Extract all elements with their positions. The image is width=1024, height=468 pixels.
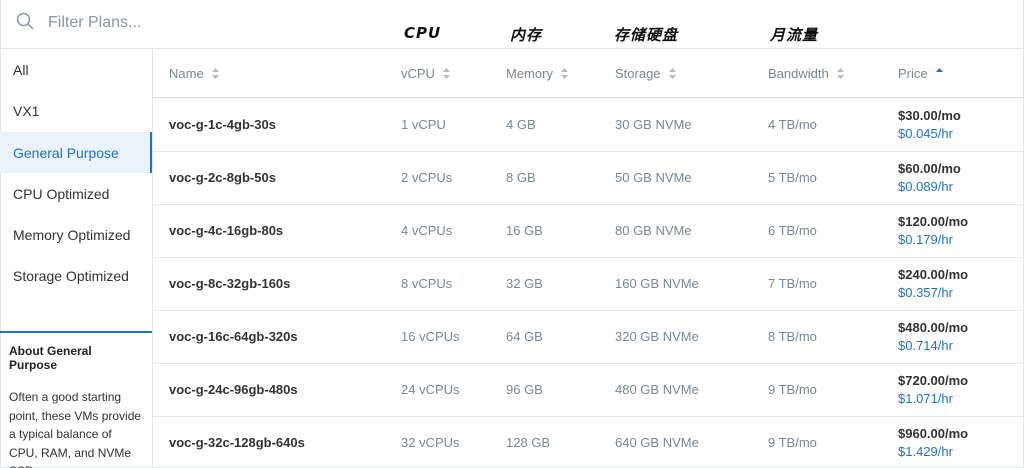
plan-vcpu: 2 vCPUs: [401, 170, 453, 185]
sort-icon: [668, 68, 676, 79]
plan-price-hourly: $0.357/hr: [898, 285, 953, 300]
column-header-label: Price: [898, 66, 928, 81]
about-title: About General Purpose: [9, 344, 92, 372]
plan-memory: 16 GB: [506, 223, 543, 238]
search-icon: [16, 12, 34, 30]
plan-bandwidth: 9 TB/mo: [768, 435, 817, 450]
sort-icon: [211, 68, 219, 79]
column-header-storage[interactable]: Storage: [615, 66, 676, 81]
sidebar-item-memory-optimized[interactable]: Memory Optimized: [0, 214, 152, 255]
sort-ascending-icon: [935, 68, 943, 72]
about-description: Often a good starting point, these VMs p…: [9, 390, 142, 468]
plan-storage: 320 GB NVMe: [615, 329, 699, 344]
plan-price-hourly: $0.089/hr: [898, 179, 953, 194]
plan-price-hourly: $1.071/hr: [898, 391, 953, 406]
plan-price-monthly: $960.00/mo: [898, 426, 969, 441]
table-row[interactable]: voc-g-16c-64gb-320s 16 vCPUs 64 GB 320 G…: [153, 311, 1023, 364]
column-header-label: vCPU: [401, 66, 435, 81]
plan-vcpu: 4 vCPUs: [401, 223, 453, 238]
plan-price-monthly: $30.00/mo: [898, 108, 961, 123]
plan-name: voc-g-32c-128gb-640s: [169, 435, 305, 450]
annotation-bandwidth: 月流量: [770, 26, 819, 44]
table-row[interactable]: voc-g-2c-8gb-50s 2 vCPUs 8 GB 50 GB NVMe…: [153, 152, 1023, 205]
column-header-label: Storage: [615, 66, 661, 81]
plan-storage: 50 GB NVMe: [615, 170, 692, 185]
plan-storage: 30 GB NVMe: [615, 117, 692, 132]
column-header-bandwidth[interactable]: Bandwidth: [768, 66, 844, 81]
plan-name: voc-g-8c-32gb-160s: [169, 276, 291, 291]
plan-price-hourly: $0.714/hr: [898, 338, 953, 353]
sidebar-item-cpu-optimized[interactable]: CPU Optimized: [0, 173, 152, 214]
plan-category-sidebar: All VX1 General Purpose CPU Optimized Me…: [0, 48, 153, 468]
plan-memory: 64 GB: [506, 329, 543, 344]
plan-bandwidth: 9 TB/mo: [768, 382, 817, 397]
plan-name: voc-g-4c-16gb-80s: [169, 223, 284, 238]
plan-bandwidth: 6 TB/mo: [768, 223, 817, 238]
plan-name: voc-g-16c-64gb-320s: [169, 329, 298, 344]
plan-name: voc-g-1c-4gb-30s: [169, 117, 276, 132]
table-row[interactable]: voc-g-4c-16gb-80s 4 vCPUs 16 GB 80 GB NV…: [153, 205, 1023, 258]
plan-storage: 80 GB NVMe: [615, 223, 692, 238]
plan-vcpu: 32 vCPUs: [401, 435, 460, 450]
column-header-name[interactable]: Name: [169, 66, 219, 81]
table-row[interactable]: voc-g-1c-4gb-30s 1 vCPU 4 GB 30 GB NVMe …: [153, 99, 1023, 152]
plan-bandwidth: 7 TB/mo: [768, 276, 817, 291]
plan-name: voc-g-24c-96gb-480s: [169, 382, 298, 397]
table-row[interactable]: voc-g-32c-128gb-640s 32 vCPUs 128 GB 640…: [153, 417, 1023, 468]
plan-storage: 160 GB NVMe: [615, 276, 699, 291]
about-category-panel: About General Purpose Often a good start…: [0, 331, 152, 468]
plan-bandwidth: 8 TB/mo: [768, 329, 817, 344]
sidebar-item-general-purpose[interactable]: General Purpose: [0, 132, 152, 173]
column-header-label: Name: [169, 66, 204, 81]
sort-icon: [836, 68, 844, 79]
column-header-memory[interactable]: Memory: [506, 66, 568, 81]
plan-price-hourly: $0.179/hr: [898, 232, 953, 247]
plan-memory: 8 GB: [506, 170, 536, 185]
table-row[interactable]: voc-g-24c-96gb-480s 24 vCPUs 96 GB 480 G…: [153, 364, 1023, 417]
plan-name: voc-g-2c-8gb-50s: [169, 170, 276, 185]
plan-memory: 32 GB: [506, 276, 543, 291]
sidebar-item-storage-optimized[interactable]: Storage Optimized: [0, 255, 152, 296]
plan-storage: 480 GB NVMe: [615, 382, 699, 397]
sidebar-item-vx1[interactable]: VX1: [0, 90, 152, 131]
column-header-price[interactable]: Price: [898, 66, 943, 81]
plan-price-hourly: $0.045/hr: [898, 126, 953, 141]
column-header-vcpu[interactable]: vCPU: [401, 66, 450, 81]
plan-price-monthly: $720.00/mo: [898, 373, 969, 388]
sidebar-item-all[interactable]: All: [0, 49, 152, 90]
filter-plans-input[interactable]: [48, 10, 328, 36]
table-header: Name vCPU Memory Storage Bandwidth Price: [153, 48, 1023, 98]
plan-price-monthly: $240.00/mo: [898, 267, 969, 282]
sort-icon: [442, 68, 450, 79]
column-header-label: Memory: [506, 66, 553, 81]
plan-price-monthly: $120.00/mo: [898, 214, 969, 229]
annotation-cpu: CPU: [404, 24, 442, 42]
plan-memory: 4 GB: [506, 117, 536, 132]
column-header-label: Bandwidth: [768, 66, 829, 81]
plan-bandwidth: 5 TB/mo: [768, 170, 817, 185]
plan-bandwidth: 4 TB/mo: [768, 117, 817, 132]
plan-memory: 128 GB: [506, 435, 551, 450]
plan-vcpu: 16 vCPUs: [401, 329, 460, 344]
plan-vcpu: 24 vCPUs: [401, 382, 460, 397]
plan-vcpu: 8 vCPUs: [401, 276, 453, 291]
sort-icon: [560, 68, 568, 79]
annotation-memory: 内存: [510, 26, 543, 44]
plan-price-hourly: $1.429/hr: [898, 444, 953, 459]
plan-price-monthly: $60.00/mo: [898, 161, 961, 176]
plan-storage: 640 GB NVMe: [615, 435, 699, 450]
plan-price-monthly: $480.00/mo: [898, 320, 969, 335]
plan-memory: 96 GB: [506, 382, 543, 397]
table-row[interactable]: voc-g-8c-32gb-160s 8 vCPUs 32 GB 160 GB …: [153, 258, 1023, 311]
annotation-storage: 存储硬盘: [614, 26, 679, 44]
plan-vcpu: 1 vCPU: [401, 117, 446, 132]
